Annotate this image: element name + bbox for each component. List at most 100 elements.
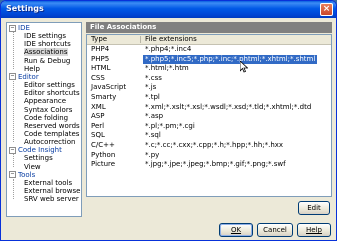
tree-item-syntax-colors[interactable]: Syntax Colors bbox=[24, 106, 72, 114]
tree-item-label: SRV web server bbox=[24, 195, 79, 204]
tree-item-code-templates[interactable]: Code templates bbox=[24, 130, 79, 138]
table-row[interactable]: C/C++ *.c;*.cc;*.cxx;*.cpp;*.h;*.hpp;*.hh… bbox=[87, 141, 331, 150]
type-cell: PHP4 bbox=[91, 45, 110, 53]
extensions-cell: *.py bbox=[145, 150, 160, 159]
tree-category-label: Editor bbox=[18, 72, 39, 81]
column-header-extensions[interactable]: File extensions bbox=[145, 35, 197, 44]
title-bar[interactable]: Settings × bbox=[1, 1, 336, 18]
type-cell: Perl bbox=[91, 121, 105, 130]
tree-item-ide-settings[interactable]: IDE settings bbox=[24, 32, 66, 40]
tree-collapse-icon[interactable]: − bbox=[9, 146, 16, 154]
tree-guide-line bbox=[13, 32, 14, 69]
tree-item-label: Help bbox=[24, 64, 40, 73]
tree-item-label: Editor settings bbox=[24, 81, 75, 90]
tree-item-srv-web-server[interactable]: SRV web server bbox=[24, 195, 79, 203]
tree-item-run-debug[interactable]: Run & Debug bbox=[24, 57, 70, 65]
tree-item-label: Code folding bbox=[24, 113, 69, 122]
tree-item-editor-shortcuts[interactable]: Editor shortcuts bbox=[24, 89, 80, 97]
tree-guide-line bbox=[13, 178, 14, 200]
table-row[interactable]: Smarty *.tpl bbox=[87, 93, 331, 102]
column-header-type[interactable]: Type bbox=[91, 35, 107, 44]
tree-item-ide-shortcuts[interactable]: IDE shortcuts bbox=[24, 40, 71, 48]
extensions-cell: *.css bbox=[145, 73, 162, 82]
tree-collapse-icon[interactable]: − bbox=[9, 24, 16, 32]
associations-grid[interactable]: Type File extensions PHP4 *.php4;*.inc4 PH… bbox=[86, 34, 332, 197]
tree-collapse-icon[interactable]: − bbox=[9, 171, 16, 179]
type-cell: XML bbox=[91, 102, 106, 111]
extensions-cell: *.pl;*.pm;*.cgi bbox=[145, 121, 195, 130]
ok-button[interactable]: OK bbox=[219, 223, 253, 237]
tree-item-editor-settings[interactable]: Editor settings bbox=[24, 81, 75, 89]
type-cell: CSS bbox=[91, 73, 105, 82]
type-cell: C/C++ bbox=[91, 141, 115, 149]
tree-item-label: Reserved words bbox=[24, 121, 80, 130]
tree-item-view[interactable]: View bbox=[24, 163, 41, 171]
cancel-button[interactable]: Cancel bbox=[257, 223, 293, 237]
tree-item-label: Appearance bbox=[24, 97, 67, 106]
close-button[interactable]: × bbox=[320, 3, 333, 16]
table-row[interactable]: PHP4 *.php4;*.inc4 bbox=[87, 45, 331, 54]
tree-item-settings[interactable]: Settings bbox=[24, 154, 53, 162]
extensions-cell: *.xml;*.xslt;*.xsl;*.wsdl;*.xsd;*.tld;*.… bbox=[145, 102, 312, 111]
table-row[interactable]: Python *.py bbox=[87, 151, 331, 160]
tree-guide-line bbox=[13, 154, 14, 167]
extensions-cell: *.sql bbox=[145, 131, 161, 140]
tree-item-label: Run & Debug bbox=[24, 56, 71, 65]
table-row[interactable]: CSS *.css bbox=[87, 74, 331, 83]
type-cell: JavaScript bbox=[91, 83, 127, 92]
table-row[interactable]: SQL *.sql bbox=[87, 131, 331, 140]
type-cell: ASP bbox=[91, 112, 105, 121]
mouse-pointer-icon bbox=[240, 61, 248, 73]
extensions-cell: *.html;*.htm bbox=[145, 64, 189, 73]
table-row[interactable]: JavaScript *.js bbox=[87, 83, 331, 92]
tree-item-associations[interactable]: Associations bbox=[24, 48, 68, 57]
tree-item-label: View bbox=[24, 162, 41, 171]
extensions-cell: *.c;*.cc;*.cxx;*.cpp;*.h;*.hpp;*.hh;*.hx… bbox=[145, 141, 284, 149]
type-cell: HTML bbox=[91, 64, 111, 73]
settings-window: Settings × − IDE IDE settings IDE shortcuts… bbox=[0, 0, 337, 241]
type-cell: Picture bbox=[91, 160, 116, 169]
settings-tree[interactable]: − IDE IDE settings IDE shortcuts Association… bbox=[6, 22, 82, 217]
type-cell: Smarty bbox=[91, 93, 117, 101]
tree-category-code-insight[interactable]: − Code Insight bbox=[9, 146, 62, 154]
tree-item-help[interactable]: Help bbox=[24, 65, 40, 73]
tree-item-label: Syntax Colors bbox=[24, 105, 73, 114]
table-row[interactable]: PHP5 *.php5;*.inc5;*.php;*.inc;*.phtml;*.… bbox=[87, 54, 331, 64]
column-divider[interactable] bbox=[140, 36, 141, 43]
tree-item-label: External browsers bbox=[24, 187, 82, 195]
tree-item-code-folding[interactable]: Code folding bbox=[24, 114, 68, 122]
tree-item-appearance[interactable]: Appearance bbox=[24, 97, 66, 105]
extensions-cell: *.tpl bbox=[145, 93, 160, 101]
tree-item-label: External tools bbox=[24, 178, 73, 187]
tree-collapse-icon[interactable]: − bbox=[9, 73, 16, 81]
panel-title: File Associations bbox=[86, 22, 332, 33]
extensions-cell: *.js bbox=[145, 83, 157, 92]
table-row[interactable]: Perl *.pl;*.pm;*.cgi bbox=[87, 122, 331, 131]
tree-category-tools[interactable]: − Tools bbox=[9, 171, 35, 179]
table-row[interactable]: XML *.xml;*.xslt;*.xsl;*.wsdl;*.xsd;*.tld… bbox=[87, 103, 331, 112]
tree-item-label: Associations bbox=[24, 48, 68, 57]
tree-category-label: IDE bbox=[18, 24, 30, 32]
tree-category-ide[interactable]: − IDE bbox=[9, 24, 30, 32]
type-cell: SQL bbox=[91, 131, 105, 140]
ok-label: OK bbox=[230, 226, 242, 234]
window-title: Settings bbox=[6, 4, 44, 13]
tree-category-editor[interactable]: − Editor bbox=[9, 73, 39, 81]
tree-item-label: IDE shortcuts bbox=[24, 40, 71, 49]
table-row[interactable]: ASP *.asp bbox=[87, 112, 331, 121]
extensions-cell: *.php5;*.inc5;*.php;*.inc;*.phtml;*.xhtm… bbox=[143, 54, 318, 64]
tree-item-external-browsers[interactable]: External browsers bbox=[24, 187, 82, 195]
edit-button[interactable]: Edit bbox=[298, 201, 330, 215]
tree-item-autocorrection[interactable]: Autocorrection bbox=[24, 138, 75, 146]
tree-item-reserved-words[interactable]: Reserved words bbox=[24, 122, 80, 130]
table-row[interactable]: HTML *.html;*.htm bbox=[87, 64, 331, 73]
type-cell: Python bbox=[91, 150, 116, 159]
extensions-cell: *.asp bbox=[145, 112, 164, 121]
help-label: Help bbox=[306, 226, 322, 234]
tree-item-external-tools[interactable]: External tools bbox=[24, 179, 72, 187]
tree-category-label: Tools bbox=[18, 170, 36, 179]
table-row[interactable]: Picture *.jpg;*.jpe;*.jpeg;*.bmp;*.gif;*.… bbox=[87, 160, 331, 169]
grid-header: Type File extensions bbox=[87, 35, 331, 45]
type-cell: PHP5 bbox=[91, 54, 110, 63]
help-button[interactable]: Help bbox=[297, 223, 331, 237]
